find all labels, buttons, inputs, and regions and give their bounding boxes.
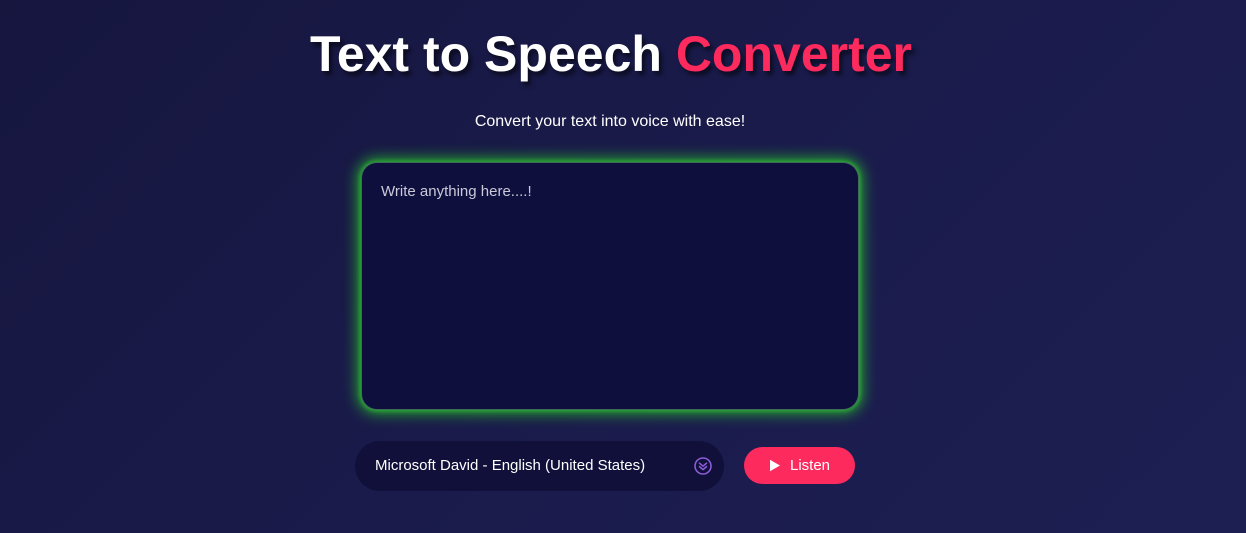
title-accent: Converter [675,26,913,82]
text-input-panel [361,162,859,410]
chevron-double-down-icon [693,456,713,476]
listen-button-label: Listen [789,457,831,474]
listen-button[interactable]: Listen [744,447,855,484]
play-icon [769,459,781,472]
page-title: Text to Speech Converter [0,24,1222,84]
voice-select[interactable]: Microsoft David - English (United States… [355,441,724,491]
controls-row: Microsoft David - English (United States… [355,441,855,491]
title-main: Text to Speech [309,26,662,82]
voice-select-value: Microsoft David - English (United States… [375,457,646,474]
text-input[interactable] [362,163,858,409]
page-subtitle: Convert your text into voice with ease! [474,113,746,130]
